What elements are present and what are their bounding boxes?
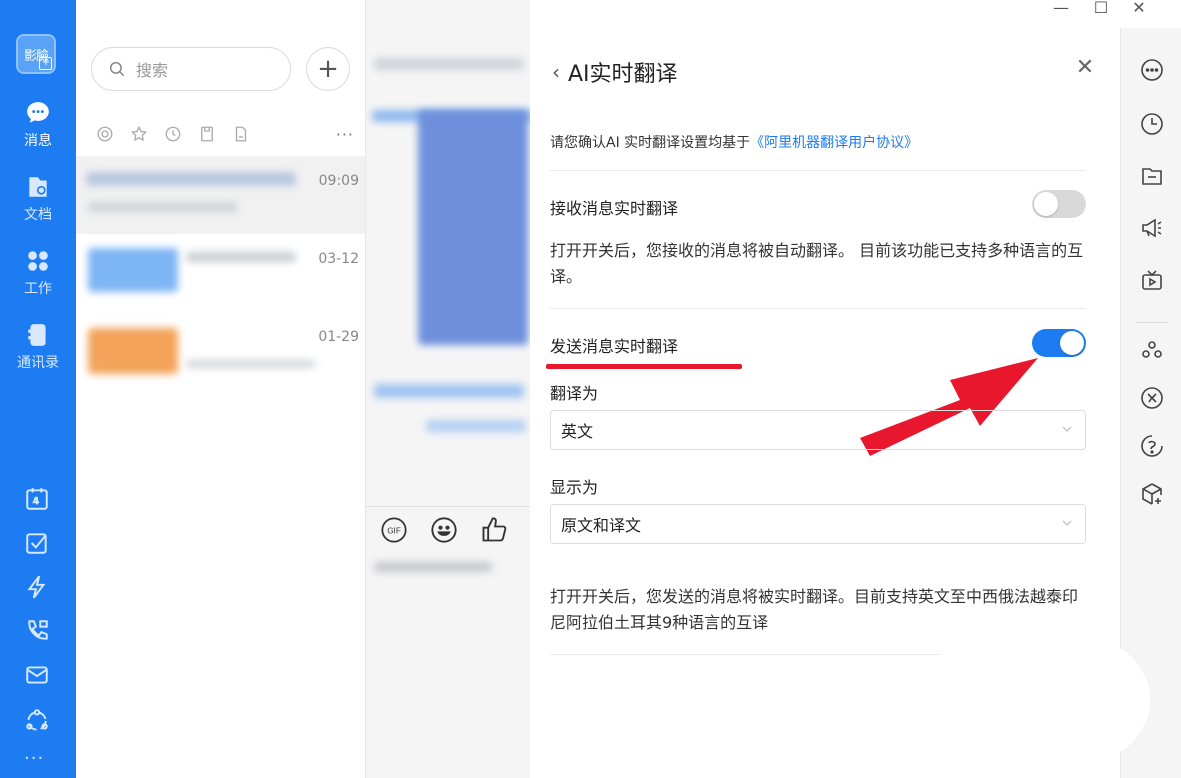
search-input[interactable]: 搜索 (91, 47, 291, 91)
maximize-button[interactable]: ☐ (1091, 0, 1111, 20)
bookmark-icon[interactable] (198, 125, 216, 143)
send-translate-label: 发送消息实时翻译 (550, 337, 679, 356)
chevron-down-icon (1062, 520, 1072, 526)
nav-item-messages[interactable]: 消息 (0, 100, 76, 150)
search-placeholder: 搜索 (136, 61, 169, 80)
panel-header: ‹ AI实时翻译 (552, 56, 678, 88)
nav-label: 通讯录 (17, 355, 59, 371)
nav-item-work[interactable]: 工作 (0, 248, 76, 298)
agreement-notice: 请您确认AI 实时翻译设置均基于《阿里机器翻译用户协议》 (550, 132, 918, 152)
community-icon[interactable] (24, 708, 50, 734)
panel-close-button[interactable]: ✕ (1075, 57, 1095, 79)
live-tv-icon[interactable] (1140, 268, 1164, 292)
display-as-label: 显示为 (550, 478, 599, 497)
minimize-button[interactable]: — (1051, 0, 1071, 20)
mention-icon[interactable] (96, 125, 114, 143)
document-icon (29, 177, 47, 197)
apps-icon (28, 251, 48, 271)
send-translate-toggle[interactable] (1032, 329, 1086, 357)
back-button[interactable]: ‹ (552, 60, 560, 84)
annotation-underline (546, 364, 742, 369)
left-nav: 影臉 + 消息 文档 工作 通讯录 ··· (0, 0, 76, 778)
history-icon[interactable] (1140, 112, 1164, 136)
clock-icon[interactable] (164, 125, 182, 143)
gif-icon[interactable]: GIF (380, 516, 408, 544)
conversation-item[interactable]: 09:09 (76, 156, 365, 234)
toolbar-separator (1135, 322, 1169, 323)
white-overlay (920, 640, 1150, 760)
add-app-icon[interactable] (1140, 482, 1164, 506)
blurred-name (186, 252, 296, 262)
translate-to-value: 英文 (561, 422, 594, 441)
search-icon (109, 61, 125, 77)
add-button[interactable]: + (306, 47, 350, 91)
conversation-time: 03-12 (318, 251, 359, 267)
file-icon[interactable] (232, 125, 250, 143)
nav-label: 工作 (24, 281, 52, 297)
translate-to-select[interactable]: 英文 (550, 410, 1086, 450)
ai-assistant-icon[interactable] (1140, 434, 1164, 458)
todo-icon[interactable] (24, 530, 50, 556)
divider (550, 308, 1086, 309)
toggle-knob (1060, 331, 1084, 355)
calendar-icon[interactable] (24, 486, 50, 512)
mail-icon[interactable] (24, 662, 50, 688)
phone-icon[interactable] (24, 618, 50, 644)
group-icon[interactable] (1140, 338, 1164, 362)
emoji-icon[interactable] (430, 516, 458, 544)
blurred-preview (88, 202, 238, 212)
chat-area: GIF (366, 0, 530, 778)
conversation-time: 09:09 (318, 173, 359, 189)
toggle-knob (1034, 192, 1058, 216)
window-controls: — ☐ ✕ (1051, 0, 1181, 20)
display-as-select[interactable]: 原文和译文 (550, 504, 1086, 544)
contacts-icon (28, 324, 46, 346)
chat-divider (366, 506, 530, 507)
panel-title: AI实时翻译 (568, 62, 678, 87)
blurred-name (86, 172, 296, 186)
agreement-link[interactable]: 《阿里机器翻译用户协议》 (750, 135, 918, 151)
chat-toolbar: GIF (380, 516, 508, 544)
nav-item-contacts[interactable]: 通讯录 (0, 322, 76, 372)
gif-icon-glyph: GIF (387, 527, 401, 536)
conversation-item[interactable]: 01-29 (76, 312, 365, 390)
notice-text: 请您确认AI 实时翻译设置均基于 (550, 135, 751, 151)
blurred-message (374, 384, 524, 398)
nav-label: 消息 (24, 133, 52, 149)
filter-more-button[interactable]: ··· (336, 125, 354, 144)
more-options-icon[interactable] (1140, 58, 1164, 82)
display-as-value: 原文和译文 (561, 516, 642, 535)
announcement-icon[interactable] (1140, 216, 1164, 240)
thumbs-up-icon[interactable] (480, 516, 508, 544)
receive-translate-description: 打开开关后，您接收的消息将被自动翻译。 目前该功能已支持多种语言的互译。 (550, 241, 1084, 286)
blurred-avatar (88, 248, 178, 292)
tools-icon[interactable] (1140, 386, 1164, 410)
flash-icon[interactable] (24, 574, 50, 600)
avatar[interactable]: 影臉 + (16, 34, 56, 74)
filter-row: ··· (96, 122, 354, 146)
divider (550, 170, 1086, 171)
blurred-chat-title (374, 58, 524, 70)
blurred-message (426, 420, 526, 432)
send-translate-description: 打开开关后，您发送的消息将被实时翻译。目前支持英文至中西俄法越泰印尼阿拉伯土耳其… (550, 587, 1079, 632)
blurred-preview (186, 360, 316, 368)
nav-item-documents[interactable]: 文档 (0, 174, 76, 224)
avatar-add-badge: + (39, 57, 52, 70)
message-icon (27, 102, 49, 123)
receive-translate-label: 接收消息实时翻译 (550, 199, 679, 218)
close-window-button[interactable]: ✕ (1129, 0, 1149, 20)
blurred-image (418, 110, 528, 345)
translate-to-label: 翻译为 (550, 384, 599, 403)
blurred-avatar (88, 328, 178, 374)
nav-label: 文档 (24, 207, 52, 223)
conversation-list: 搜索 + ··· 09:09 03-12 01-29 (76, 0, 366, 778)
blurred-input-text (374, 562, 492, 572)
star-icon[interactable] (130, 125, 148, 143)
receive-translate-toggle[interactable] (1032, 190, 1086, 218)
conversation-time: 01-29 (318, 329, 359, 345)
folder-icon[interactable] (1140, 164, 1164, 188)
nav-more-button[interactable]: ··· (24, 748, 44, 769)
conversation-item[interactable]: 03-12 (76, 234, 365, 312)
chevron-down-icon (1062, 426, 1072, 432)
